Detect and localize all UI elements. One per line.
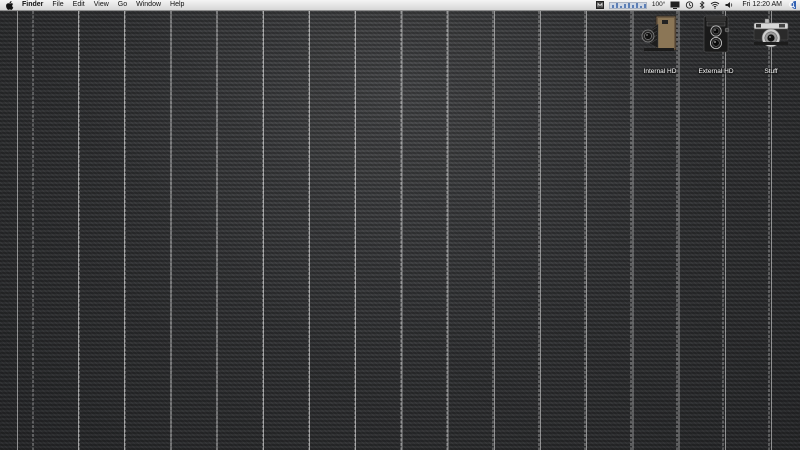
- menu-edit[interactable]: Edit: [73, 0, 85, 10]
- folding-camera-icon: [641, 15, 677, 51]
- rangefinder-camera-icon: [753, 18, 789, 48]
- menu-bar: Finder File Edit View Go Window Help 100…: [0, 0, 800, 11]
- display-icon[interactable]: [670, 1, 680, 9]
- menu-help[interactable]: Help: [170, 0, 184, 10]
- bluetooth-icon[interactable]: [699, 1, 705, 9]
- menu-go[interactable]: Go: [118, 0, 127, 10]
- menu-window[interactable]: Window: [136, 0, 161, 10]
- desktop-icon-label: External HD: [698, 68, 734, 75]
- spotlight-icon[interactable]: [787, 1, 796, 9]
- desktop-icon-external-hd[interactable]: External HD: [690, 14, 742, 75]
- wifi-icon[interactable]: [710, 1, 720, 9]
- twin-lens-camera-icon: [703, 15, 730, 53]
- menu-view[interactable]: View: [94, 0, 109, 10]
- menu-extra-icon[interactable]: [595, 1, 604, 9]
- desktop-icon-label: Stuff: [764, 68, 778, 75]
- menu-clock[interactable]: Fri 12:20 AM: [742, 0, 782, 10]
- menu-file[interactable]: File: [52, 0, 63, 10]
- time-machine-icon[interactable]: [685, 1, 694, 9]
- apple-icon[interactable]: [6, 0, 14, 10]
- desktop-icon-stuff[interactable]: Stuff: [745, 14, 797, 75]
- volume-icon[interactable]: [725, 1, 734, 9]
- menu-app-name[interactable]: Finder: [22, 0, 43, 10]
- activity-graph-icon[interactable]: [608, 1, 647, 9]
- desktop-icon-internal-hd[interactable]: Internal HD: [634, 14, 686, 75]
- temperature-readout[interactable]: 100°: [652, 0, 665, 10]
- desktop-icon-label: Internal HD: [643, 68, 677, 75]
